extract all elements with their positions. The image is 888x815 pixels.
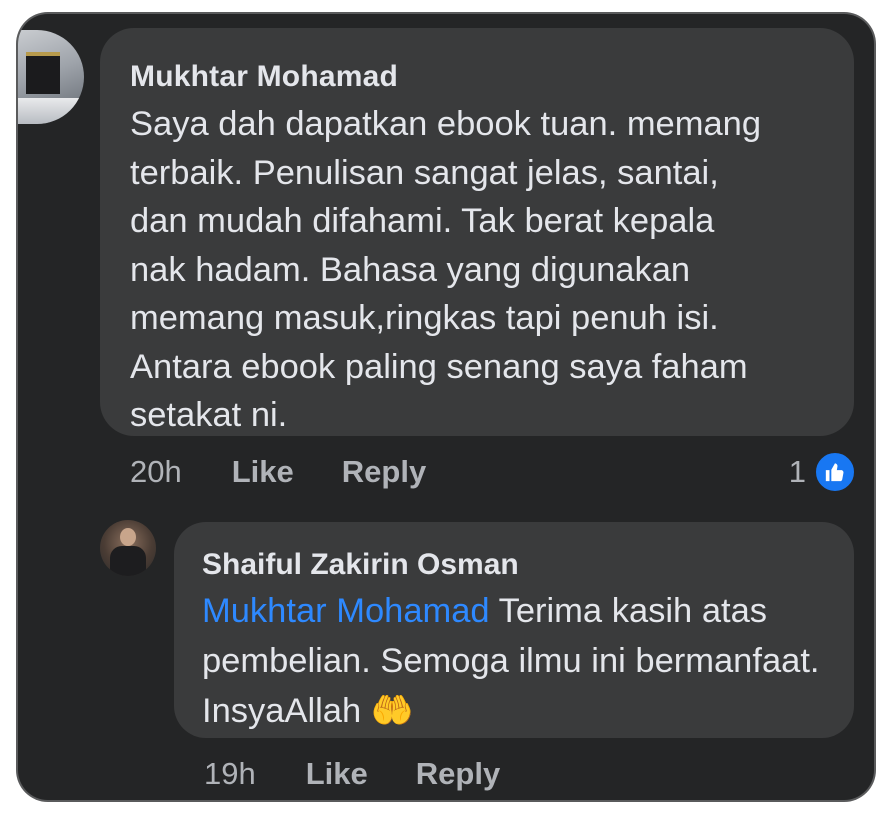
thumbs-up-icon [814,451,856,493]
reaction-count: 1 [788,454,806,489]
mention-link[interactable]: Mukhtar Mohamad [202,592,490,630]
raising-hands-icon: 🤲 [370,692,414,730]
reply-button[interactable]: Reply [416,756,500,792]
reaction-summary[interactable]: 1 [789,450,856,494]
comment-actions: 20h Like Reply [130,450,426,494]
comment-timestamp[interactable]: 20h [130,454,182,490]
comment-author[interactable]: Mukhtar Mohamad [130,60,398,94]
comment-bubble: Mukhtar Mohamad Saya dah dapatkan ebook … [100,28,854,436]
comment-text: Saya dah dapatkan ebook tuan. memang ter… [130,105,762,434]
reply-button[interactable]: Reply [342,454,426,490]
like-button[interactable]: Like [232,454,294,490]
reply-bubble: Shaiful Zakirin Osman Mukhtar Mohamad Te… [174,522,854,738]
reply-author[interactable]: Shaiful Zakirin Osman [202,548,519,582]
avatar[interactable] [18,30,84,124]
reply-actions: 19h Like Reply [204,752,500,796]
reply-timestamp[interactable]: 19h [204,756,256,792]
reply-text: Mukhtar Mohamad Terima kasih atas pembel… [202,586,832,736]
avatar[interactable] [100,520,156,576]
like-button[interactable]: Like [306,756,368,792]
comment-thread: Mukhtar Mohamad Saya dah dapatkan ebook … [18,14,874,800]
